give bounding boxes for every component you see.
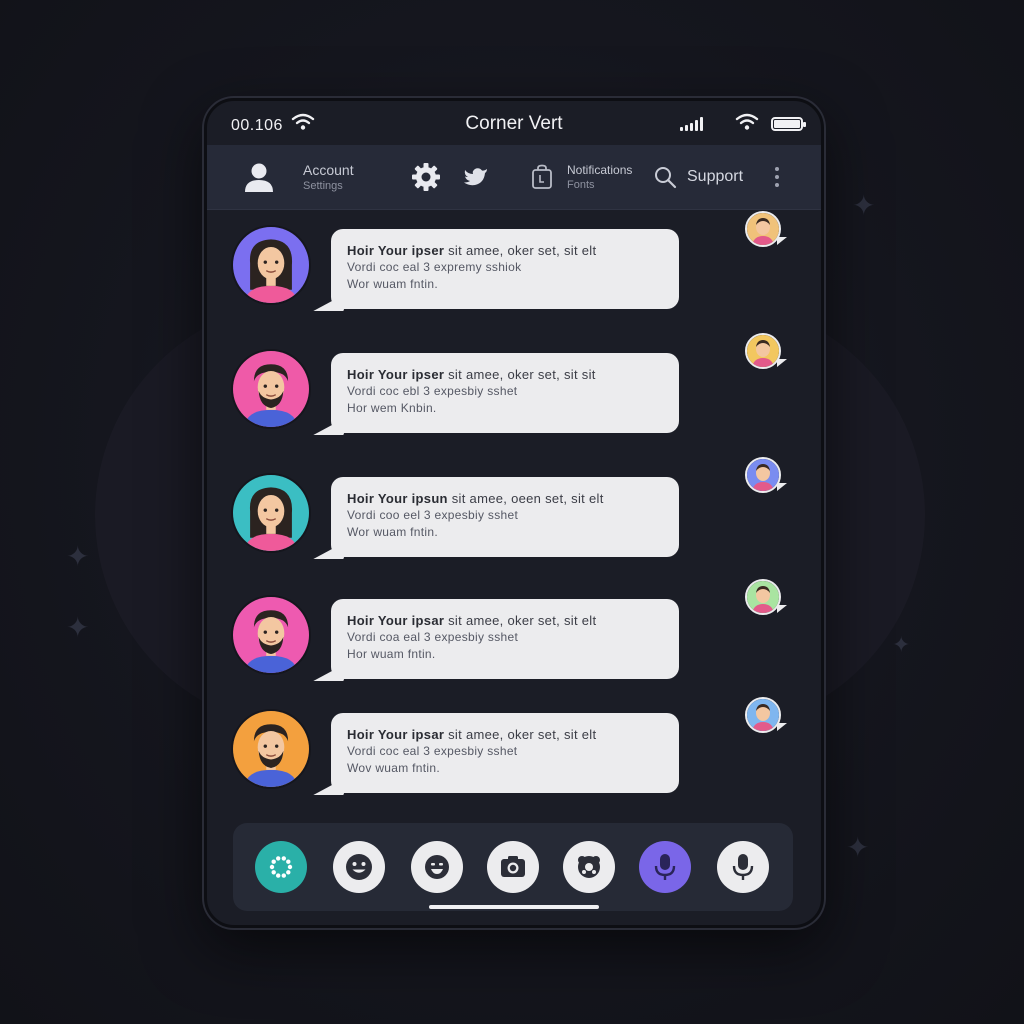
message-bold-text: Hoir Your ipser (347, 243, 445, 258)
mini-bubble-tail (777, 483, 787, 491)
bird-icon[interactable] (463, 145, 489, 209)
message-line-2: Vordi coo eel 3 expesbiy sshet (347, 508, 519, 522)
mic-active-button[interactable] (639, 841, 691, 893)
sticker-button[interactable] (563, 841, 615, 893)
message-text: sit amee, oker set, sit sit (444, 367, 596, 382)
message-line-1: Hoir Your ipser sit amee, oker set, sit … (347, 366, 663, 383)
mini-bubble-tail (777, 723, 787, 731)
avatar[interactable] (231, 473, 311, 553)
message-bubble[interactable]: Hoir Your ipsar sit amee, oker set, sit … (331, 713, 679, 793)
message-row[interactable]: Hoir Your ipser sit amee, oker set, sit … (207, 333, 821, 435)
emoji-icon (423, 853, 451, 881)
phone-frame: 00.106 Corner Vert Account Settings Noti… (204, 98, 824, 928)
message-line-3: Wor wuam fntin. (347, 525, 438, 539)
apps-icon (267, 853, 295, 881)
sticker-icon (574, 852, 604, 882)
mic-button[interactable] (717, 841, 769, 893)
apps-button[interactable] (255, 841, 307, 893)
smile-button[interactable] (333, 841, 385, 893)
avatar[interactable] (231, 709, 311, 789)
status-bar: 00.106 Corner Vert (207, 101, 821, 145)
emoji-button[interactable] (411, 841, 463, 893)
app-title: Corner Vert (465, 113, 563, 134)
mini-avatar (745, 697, 781, 733)
mini-avatar (745, 457, 781, 493)
message-row[interactable]: Hoir Your ipsar sit amee, oker set, sit … (207, 695, 821, 795)
home-indicator[interactable] (429, 905, 599, 909)
message-text: sit amee, oeen set, sit elt (447, 491, 604, 506)
message-text: sit amee, oker set, sit elt (444, 613, 597, 628)
sparkle-icon: ✦ (66, 541, 90, 572)
notifications-sub-label: Fonts (567, 179, 595, 191)
message-bold-text: Hoir Your ipsar (347, 613, 445, 628)
account-settings-link[interactable]: Account Settings (303, 145, 354, 209)
message-text: sit amee, oker set, sit elt (444, 243, 597, 258)
search-icon[interactable] (653, 145, 677, 209)
message-bubble[interactable]: Hoir Your ipser sit amee, oker set, sit … (331, 229, 679, 309)
reaction-avatar[interactable] (743, 455, 787, 497)
mini-bubble-tail (777, 359, 787, 367)
notifications-label: Notifications (567, 163, 633, 177)
mini-avatar (745, 211, 781, 247)
notifications-link[interactable]: Notifications Fonts (567, 145, 632, 209)
message-row[interactable]: Hoir Your ipsar sit amee, oker set, sit … (207, 579, 821, 681)
mini-avatar (745, 579, 781, 615)
message-line-3: Wov wuam fntin. (347, 761, 440, 775)
message-bubble[interactable]: Hoir Your ipsun sit amee, oeen set, sit … (331, 477, 679, 557)
mic-active-icon (653, 852, 677, 882)
wifi-icon (735, 113, 759, 136)
camera-button[interactable] (487, 841, 539, 893)
message-row[interactable]: Hoir Your ipsun sit amee, oeen set, sit … (207, 457, 821, 559)
avatar[interactable] (231, 595, 311, 675)
message-line-3: Hor wem Knbin. (347, 401, 437, 415)
sparkle-icon: ✦ (852, 190, 876, 221)
account-sub-label: Settings (303, 180, 343, 192)
message-row[interactable]: Hoir Your ipser sit amee, oker set, sit … (207, 211, 821, 311)
sparkle-icon: ✦ (892, 632, 911, 657)
message-line-3: Hor wuam fntin. (347, 647, 436, 661)
message-line-2: Vordi coc eal 3 expremy sshiok (347, 260, 522, 274)
message-text: sit amee, oker set, sit elt (444, 727, 597, 742)
action-bar (233, 823, 793, 911)
mini-avatar (745, 333, 781, 369)
camera-icon (499, 854, 527, 880)
message-bold-text: Hoir Your ipsun (347, 491, 448, 506)
message-bold-text: Hoir Your ipsar (347, 727, 445, 742)
mini-bubble-tail (777, 605, 787, 613)
signal-icon (680, 117, 703, 131)
mini-bubble-tail (777, 237, 787, 245)
message-line-2: Vordi coa eal 3 expesbiy sshet (347, 630, 519, 644)
avatar[interactable] (231, 225, 311, 305)
message-line-2: Vordi coc eal 3 expesbiy sshet (347, 744, 518, 758)
reaction-avatar[interactable] (743, 695, 787, 737)
message-bubble[interactable]: Hoir Your ipser sit amee, oker set, sit … (331, 353, 679, 433)
reaction-avatar[interactable] (743, 577, 787, 619)
more-icon[interactable] (775, 145, 779, 209)
message-line-1: Hoir Your ipser sit amee, oker set, sit … (347, 242, 663, 259)
message-line-2: Vordi coc ebl 3 expesbiy sshet (347, 384, 518, 398)
user-icon[interactable] (241, 145, 277, 209)
bag-icon[interactable] (530, 145, 554, 209)
smile-icon (344, 852, 374, 882)
battery-icon (771, 117, 806, 131)
support-link[interactable]: Support (687, 145, 743, 209)
sparkle-icon: ✦ (846, 832, 870, 863)
gear-icon[interactable] (410, 145, 442, 209)
message-line-1: Hoir Your ipsar sit amee, oker set, sit … (347, 726, 663, 743)
message-line-1: Hoir Your ipsun sit amee, oeen set, sit … (347, 490, 663, 507)
message-line-1: Hoir Your ipsar sit amee, oker set, sit … (347, 612, 663, 629)
message-bubble[interactable]: Hoir Your ipsar sit amee, oker set, sit … (331, 599, 679, 679)
message-bold-text: Hoir Your ipser (347, 367, 445, 382)
avatar[interactable] (231, 349, 311, 429)
message-line-3: Wor wuam fntin. (347, 277, 438, 291)
mic-icon (731, 852, 755, 882)
sparkle-icon: ✦ (66, 612, 90, 643)
top-toolbar: Account Settings Notifications Fonts Sup… (207, 145, 821, 210)
reaction-avatar[interactable] (743, 209, 787, 251)
account-label: Account (303, 162, 354, 178)
reaction-avatar[interactable] (743, 331, 787, 373)
